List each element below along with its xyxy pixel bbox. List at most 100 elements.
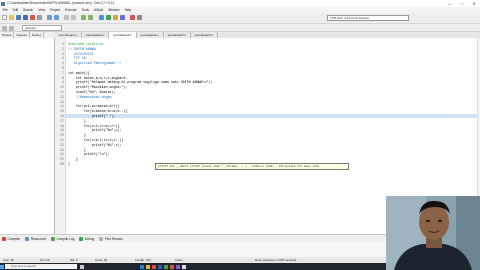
code-line[interactable]: /* SAFFN ANNWA (68, 47, 96, 51)
maximize-button[interactable]: □ (456, 0, 468, 7)
save-all-icon[interactable] (23, 15, 28, 20)
app-icon (1, 1, 5, 6)
line-number: 24 (60, 152, 64, 157)
start-icon[interactable] (0, 264, 4, 269)
code-line[interactable]: for(a=1;a<=batas;a++){ (68, 104, 120, 108)
line-number: 22 (60, 142, 64, 147)
tab-icon (51, 236, 56, 241)
save-icon[interactable] (16, 15, 21, 20)
line-number: 25 (60, 157, 64, 162)
devcpp-icon[interactable] (176, 264, 180, 269)
code-line[interactable]: for(b=batas;b>=a;b--){ (68, 109, 128, 113)
stop-icon[interactable] (137, 15, 142, 20)
bottom-tab[interactable]: Debug (77, 235, 97, 242)
code-line[interactable]: #include <stdio.h> (68, 42, 104, 46)
code-line[interactable]: int batas,a,b,c,x,angka=0; (68, 76, 127, 80)
code-line[interactable]: printf("%d",c); (68, 128, 122, 132)
line-number: 14 (60, 104, 64, 109)
code-line[interactable]: //Memasukkan angka (68, 95, 112, 99)
line-number: 21 (60, 138, 64, 142)
code-line[interactable]: TIF 1B (68, 56, 86, 60)
run-icon[interactable] (106, 15, 111, 20)
line-number: 23 (60, 147, 64, 152)
print-icon[interactable] (37, 15, 42, 20)
bottom-tab[interactable]: Compile Log (49, 235, 77, 242)
code-line[interactable]: scanf("%d", &batas); (68, 90, 116, 94)
task-view-icon[interactable] (80, 264, 84, 269)
line-number: 4 (62, 56, 64, 61)
edge-icon[interactable] (140, 264, 144, 269)
window-controls: — □ ✕ (444, 0, 480, 7)
screen: { "window": { "title": "C:\\Users\\admin… (0, 0, 480, 270)
minimize-button[interactable]: — (444, 0, 456, 7)
line-number: 26 (60, 162, 64, 166)
open-folder-icon[interactable] (9, 15, 14, 20)
chrome-icon[interactable] (152, 264, 156, 269)
line-number: 16 (60, 114, 64, 118)
line-number: 15 (60, 109, 64, 114)
compiler-select[interactable]: TDM-GCC 4.9.2 64-bit Release (327, 15, 409, 21)
undo-icon[interactable] (47, 15, 52, 20)
bottom-tab[interactable]: Find Results (97, 235, 125, 242)
line-number: 10 (60, 85, 64, 90)
compile-icon[interactable] (99, 15, 104, 20)
code-line[interactable]: 2122222221 (68, 52, 94, 56)
taskbar-search[interactable]: Type here to search (5, 264, 77, 269)
line-number: 17 (60, 118, 64, 123)
goto-icon[interactable] (9, 25, 14, 31)
file-explorer-icon[interactable] (146, 264, 150, 269)
code-line[interactable]: } (68, 162, 70, 166)
close-file-icon[interactable] (30, 15, 35, 20)
person-image (386, 196, 480, 270)
code-line[interactable]: printf("Masukkan angka:"); (68, 85, 127, 89)
app-icon-2[interactable] (182, 264, 186, 269)
line-number: 12 (60, 94, 64, 99)
code-line[interactable]: printf("%d",x); (68, 143, 122, 147)
line-number: 3 (62, 51, 64, 56)
class-icon[interactable] (2, 25, 7, 31)
code-line[interactable]: Algoritma Pemrograman */ (68, 61, 122, 65)
powerpoint-icon[interactable] (170, 264, 174, 269)
secondary-toolbar: (globals) (0, 24, 480, 32)
replace-icon[interactable] (71, 15, 76, 20)
word-icon[interactable] (158, 264, 162, 269)
code-line[interactable]: for(x=a-1;x>=1;x--){ (68, 138, 124, 142)
new-file-icon[interactable] (2, 15, 7, 20)
find-icon[interactable] (64, 15, 69, 20)
line-number: 5 (62, 61, 64, 66)
code-line[interactable]: printf(" "); (68, 114, 116, 118)
code-line[interactable]: printf("\n"); (68, 152, 110, 156)
bottom-tab[interactable]: Resources (23, 235, 49, 242)
tab-icon (99, 236, 104, 241)
unindent-icon[interactable] (88, 15, 93, 20)
title-bar: C:\Users\admin\Documents\SAFFN ANNWA - [… (0, 0, 480, 7)
webcam-overlay (386, 196, 480, 270)
close-button[interactable]: ✕ (468, 0, 480, 7)
compile-run-icon[interactable] (113, 15, 118, 20)
code-line[interactable]: } (68, 119, 86, 123)
code-line[interactable]: } (68, 157, 78, 161)
tab-icon (79, 236, 84, 241)
indent-icon[interactable] (81, 15, 86, 20)
code-line[interactable]: } (68, 133, 86, 137)
line-number: 8 (62, 75, 64, 80)
window-title: C:\Users\admin\Documents\SAFFN ANNWA - [… (7, 1, 114, 5)
main-toolbar: TDM-GCC 4.9.2 64-bit Release (0, 13, 480, 24)
code-line[interactable]: int main(){ (68, 71, 90, 75)
project-panel (0, 38, 55, 234)
code-line[interactable]: } (68, 148, 86, 152)
excel-icon[interactable] (164, 264, 168, 269)
line-number: 9 (62, 80, 64, 85)
line-number: 19 (60, 128, 64, 133)
line-number: 11 (60, 90, 64, 94)
scope-select[interactable]: (globals) (22, 25, 62, 31)
line-number: 20 (60, 133, 64, 138)
line-number: 13 (60, 99, 64, 104)
code-line[interactable]: for(c=1;c<=a;c++){ (68, 124, 120, 128)
code-line[interactable]: printf("Selamat datang di program segiti… (68, 80, 213, 84)
redo-icon[interactable] (54, 15, 59, 20)
bottom-tab[interactable]: Compiler (0, 235, 23, 242)
debug-icon[interactable] (130, 15, 135, 20)
rebuild-icon[interactable] (120, 15, 125, 20)
tab-icon (25, 236, 30, 241)
